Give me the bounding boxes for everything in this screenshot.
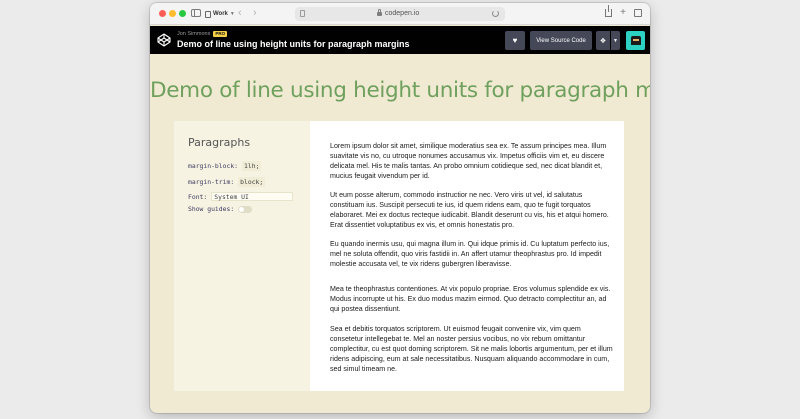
controls-heading: Paragraphs: [188, 136, 251, 149]
paragraph: Ut eum posse alterum, commodo instructio…: [330, 191, 609, 229]
browser-toolbar: Work ▼ ‹ › codepen.io +: [150, 3, 650, 25]
pin-options-button[interactable]: ▼: [611, 31, 620, 50]
margin-trim-control: margin-trim: block;: [188, 177, 266, 187]
love-button[interactable]: ♥: [505, 31, 525, 50]
address-bar[interactable]: codepen.io: [295, 7, 505, 21]
share-icon[interactable]: [605, 5, 613, 17]
tab-group-label: Work: [213, 11, 228, 17]
author-line: Jon Simmons PRO: [177, 31, 228, 37]
new-tab-icon[interactable]: +: [620, 8, 626, 18]
controls-panel: Paragraphs margin-block: 1lh; margin-tri…: [174, 121, 310, 391]
chevron-down-icon: ▼: [613, 37, 618, 44]
url-text: codepen.io: [385, 10, 420, 17]
codepen-logo-icon[interactable]: [157, 33, 171, 47]
pin-icon: ❖: [599, 37, 607, 45]
pro-badge: PRO: [213, 31, 228, 37]
lock-icon: [377, 9, 382, 16]
margin-block-label: margin-block:: [188, 162, 239, 170]
tab-group-selector[interactable]: Work ▼: [205, 8, 235, 20]
browser-window: Work ▼ ‹ › codepen.io + Jon Simmons PRO …: [150, 3, 650, 413]
guides-toggle[interactable]: [238, 205, 253, 213]
zoom-window-button[interactable]: [179, 10, 186, 17]
heart-icon: ♥: [512, 35, 518, 45]
guides-label: Show guides:: [188, 205, 235, 213]
paragraph: Eu quando inermis usu, qui magna illum i…: [330, 240, 610, 268]
avatar[interactable]: [626, 31, 645, 50]
paragraph: Lorem ipsum dolor sit amet, similique mo…: [330, 142, 607, 180]
view-source-button[interactable]: View Source Code: [530, 31, 592, 50]
margin-block-control: margin-block: 1lh;: [188, 161, 262, 171]
tab-overview-icon[interactable]: [634, 7, 645, 17]
margin-block-value[interactable]: 1lh;: [242, 161, 262, 171]
page-title: Demo of line using height units for para…: [150, 78, 650, 103]
back-button[interactable]: ‹: [238, 6, 242, 20]
pin-button[interactable]: ❖: [596, 31, 610, 50]
pen-title: Demo of line using height units for para…: [177, 39, 410, 49]
guides-control: Show guides:: [188, 205, 253, 213]
reload-icon[interactable]: [492, 10, 499, 17]
font-select[interactable]: System UI: [211, 192, 294, 201]
page-icon: [300, 10, 305, 17]
font-control: Font: System UI: [188, 192, 294, 201]
codepen-header: Jon Simmons PRO Demo of line using heigh…: [150, 26, 650, 54]
paragraph: Sea et debitis torquatos scriptorem. Ut …: [330, 325, 613, 373]
minimize-window-button[interactable]: [169, 10, 176, 17]
author-name[interactable]: Jon Simmons: [177, 31, 210, 37]
sidebar-icon[interactable]: [191, 9, 201, 17]
tab-group-icon: [205, 10, 211, 18]
chevron-down-icon: ▼: [229, 11, 235, 17]
margin-trim-label: margin-trim:: [188, 178, 235, 186]
margin-trim-value[interactable]: block;: [238, 177, 266, 187]
paragraphs-panel: Lorem ipsum dolor sit amet, similique mo…: [310, 121, 624, 391]
paragraph: Mea te theophrastus contentiones. At vix…: [330, 285, 611, 313]
font-label: Font:: [188, 192, 208, 201]
forward-button[interactable]: ›: [253, 6, 257, 20]
close-window-button[interactable]: [159, 10, 166, 17]
